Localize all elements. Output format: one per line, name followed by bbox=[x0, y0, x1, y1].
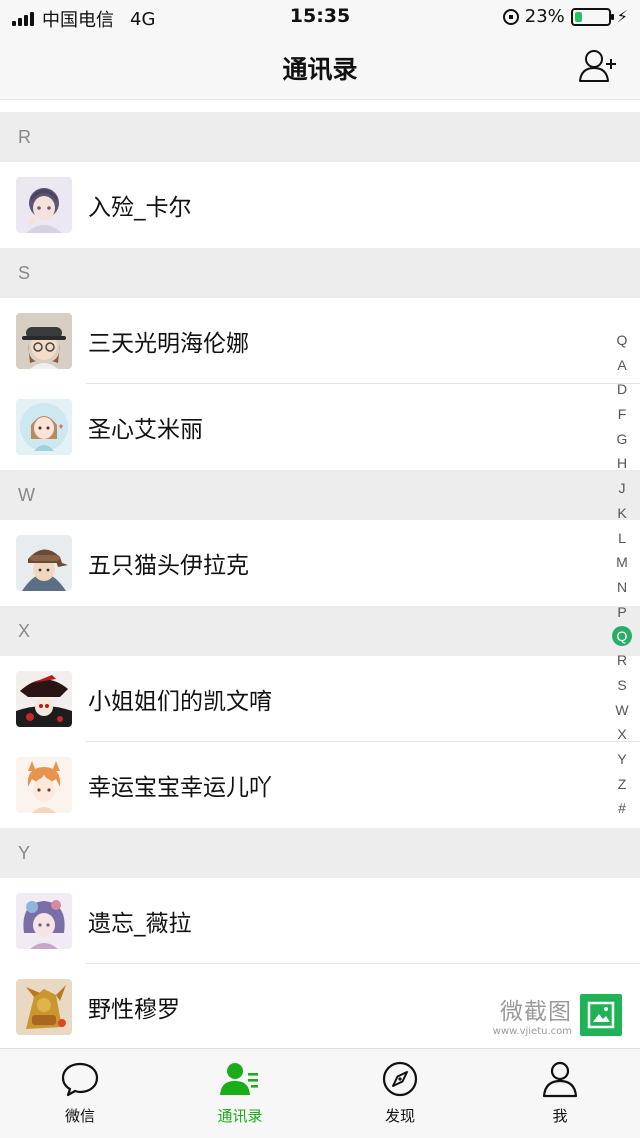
add-contact-icon[interactable] bbox=[578, 48, 618, 84]
contact-row[interactable]: 圣心艾米丽 bbox=[0, 384, 640, 470]
tab-contacts[interactable]: 通讯录 bbox=[160, 1049, 320, 1138]
battery-percent: 23% bbox=[524, 6, 565, 27]
index-letter-w[interactable]: W bbox=[611, 698, 633, 723]
contact-name: 入殓_卡尔 bbox=[88, 195, 192, 221]
tab-me[interactable]: 我 bbox=[480, 1049, 640, 1138]
avatar bbox=[16, 399, 72, 455]
contact-name: 野性穆罗 bbox=[88, 997, 180, 1023]
tab-label: 通讯录 bbox=[217, 1107, 263, 1125]
compass-icon bbox=[382, 1061, 418, 1097]
index-letter-h[interactable]: H bbox=[611, 451, 633, 476]
person-icon bbox=[542, 1061, 578, 1098]
tab-bar: 微信 通讯录 发现 我 bbox=[0, 1048, 640, 1138]
contact-name: 三天光明海伦娜 bbox=[88, 331, 249, 357]
charging-icon: ⚡ bbox=[616, 7, 628, 26]
avatar bbox=[16, 979, 72, 1035]
rotation-lock-icon bbox=[502, 8, 519, 25]
watermark-logo-icon bbox=[580, 993, 622, 1036]
contact-name: 遗忘_薇拉 bbox=[88, 911, 192, 937]
index-letter-g[interactable]: G bbox=[611, 427, 633, 452]
index-letter-y[interactable]: Y bbox=[611, 747, 633, 772]
contact-list[interactable]: R 入殓_卡尔 S 三天光明海伦娜 圣心艾米丽 W 五只猫头伊拉克 X 小姐姐们… bbox=[0, 100, 640, 1048]
index-letter-n[interactable]: N bbox=[611, 575, 633, 600]
avatar bbox=[16, 671, 72, 727]
avatar bbox=[16, 757, 72, 813]
list-top-edge bbox=[0, 100, 640, 112]
index-letter-r[interactable]: R bbox=[611, 648, 633, 673]
avatar bbox=[16, 535, 72, 591]
contact-row[interactable]: 幸运宝宝幸运儿吖 bbox=[0, 742, 640, 828]
section-header-x: X bbox=[0, 606, 640, 656]
tab-label: 发现 bbox=[384, 1107, 415, 1125]
index-letter-q[interactable]: Q bbox=[612, 626, 632, 647]
index-letter-p[interactable]: P bbox=[611, 600, 633, 625]
contact-name: 圣心艾米丽 bbox=[88, 417, 203, 443]
avatar bbox=[16, 177, 72, 233]
watermark-title: 微截图 bbox=[500, 999, 572, 1025]
contact-name: 幸运宝宝幸运儿吖 bbox=[88, 775, 272, 801]
page-title: 通讯录 bbox=[282, 55, 358, 84]
tab-label: 微信 bbox=[64, 1107, 95, 1125]
index-letter-z[interactable]: Z bbox=[611, 772, 633, 797]
alphabet-index[interactable]: Q A D F G H J K L M N P Q R S W X Y Z # bbox=[610, 328, 634, 821]
contact-row[interactable]: 遗忘_薇拉 bbox=[0, 878, 640, 964]
tab-chats[interactable]: 微信 bbox=[0, 1049, 160, 1138]
contact-name: 五只猫头伊拉克 bbox=[88, 553, 249, 579]
tab-discover[interactable]: 发现 bbox=[320, 1049, 480, 1138]
avatar bbox=[16, 313, 72, 369]
tab-label: 我 bbox=[552, 1107, 568, 1125]
battery-icon bbox=[570, 7, 614, 26]
contacts-icon bbox=[220, 1063, 258, 1095]
index-letter-f[interactable]: F bbox=[611, 402, 633, 427]
nav-bar: 通讯录 bbox=[0, 34, 640, 100]
contact-row[interactable]: 小姐姐们的凯文唷 bbox=[0, 656, 640, 742]
index-letter-k[interactable]: K bbox=[611, 501, 633, 526]
index-letter-d[interactable]: D bbox=[611, 377, 633, 402]
section-header-w: W bbox=[0, 470, 640, 520]
contact-row[interactable]: 三天光明海伦娜 bbox=[0, 298, 640, 384]
index-letter-x[interactable]: X bbox=[611, 722, 633, 747]
section-header-y: Y bbox=[0, 828, 640, 878]
avatar bbox=[16, 893, 72, 949]
contact-row[interactable]: 五只猫头伊拉克 bbox=[0, 520, 640, 606]
section-header-s: S bbox=[0, 248, 640, 298]
index-letter-a[interactable]: A bbox=[611, 353, 633, 378]
watermark-url: www.vjietu.com bbox=[492, 1026, 572, 1037]
index-letter-hash[interactable]: # bbox=[611, 796, 633, 821]
contact-row[interactable]: 入殓_卡尔 bbox=[0, 162, 640, 248]
watermark: 微截图 www.vjietu.com bbox=[493, 992, 622, 1037]
contact-name: 小姐姐们的凯文唷 bbox=[88, 689, 272, 715]
index-letter-s[interactable]: S bbox=[611, 673, 633, 698]
chat-bubble-icon bbox=[61, 1062, 99, 1097]
section-header-r: R bbox=[0, 112, 640, 162]
index-letter-l[interactable]: L bbox=[611, 526, 633, 551]
status-bar: 中国电信 4G 15:35 23% ⚡ bbox=[0, 0, 640, 34]
index-letter-m[interactable]: M bbox=[611, 550, 633, 575]
index-letter-q-search[interactable]: Q bbox=[611, 328, 633, 353]
index-letter-j[interactable]: J bbox=[611, 476, 633, 501]
